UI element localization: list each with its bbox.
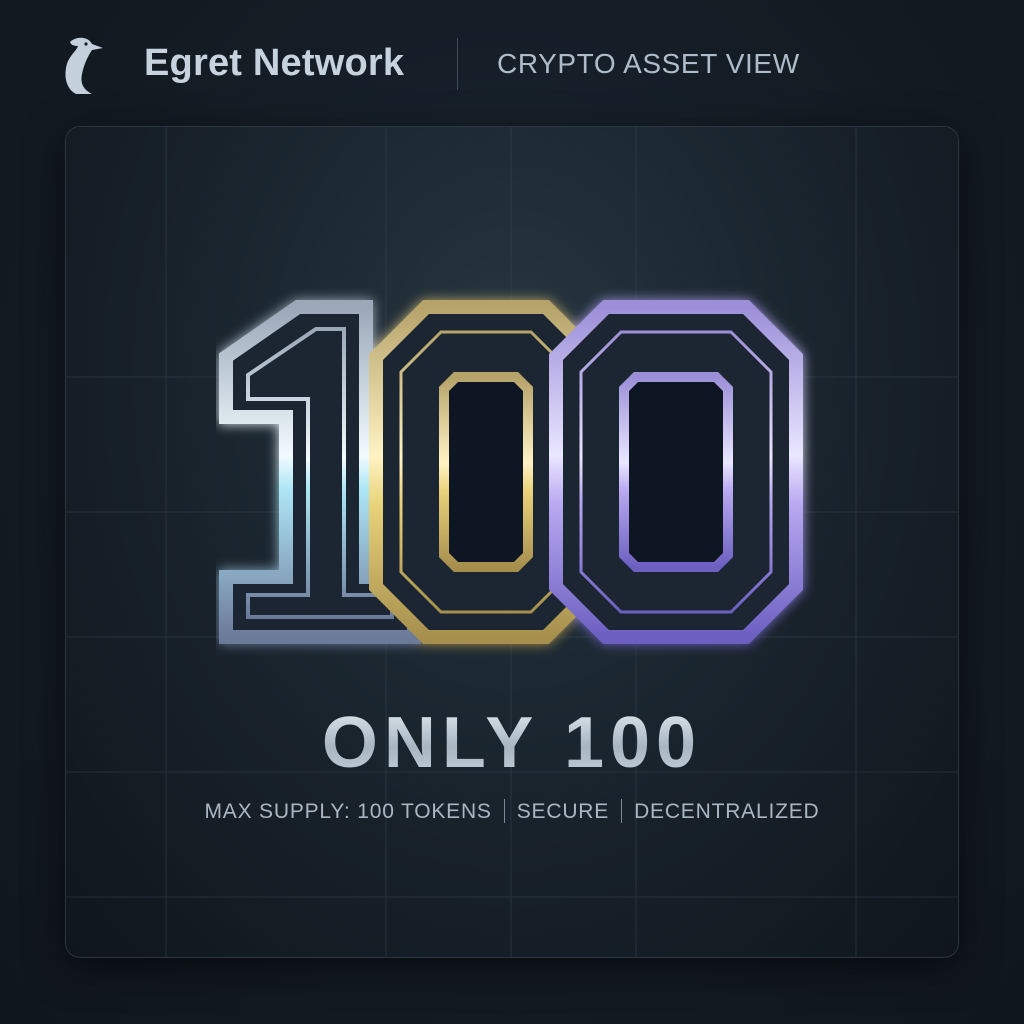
- digit-zero-violet: [549, 300, 803, 644]
- brand-name: Egret Network: [144, 42, 405, 84]
- header: Egret Network CRYPTO ASSET VIEW: [0, 0, 1024, 128]
- detail-decentralized: DECENTRALIZED: [634, 800, 820, 823]
- detail-max-supply: MAX SUPPLY: 100 TOKENS: [204, 800, 492, 823]
- detail-secure: SECURE: [516, 800, 610, 823]
- supply-details: MAX SUPPLY: 100 TOKENS SECURE DECENTRALIZE…: [66, 799, 958, 824]
- header-divider: [457, 38, 458, 90]
- egret-head-icon: [65, 37, 103, 94]
- detail-separator: [503, 799, 505, 823]
- view-title: CRYPTO ASSET VIEW: [497, 48, 800, 79]
- tagline: ONLY 100: [66, 702, 958, 784]
- detail-separator: [621, 799, 623, 823]
- hero-number-100: [219, 300, 803, 644]
- asset-card: ONLY 100 MAX SUPPLY: 100 TOKENS SECURE DEC…: [66, 127, 958, 957]
